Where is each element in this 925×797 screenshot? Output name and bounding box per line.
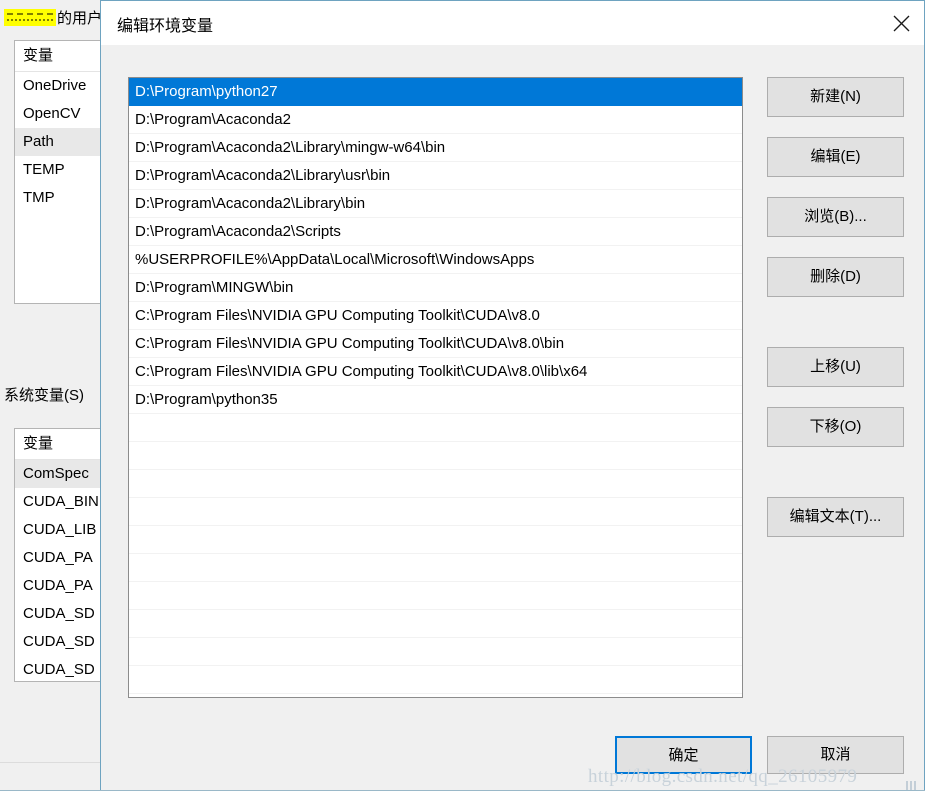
path-entry-empty[interactable] — [129, 442, 742, 470]
path-entries-list[interactable]: D:\Program\python27 D:\Program\Acaconda2 D… — [128, 77, 743, 698]
close-icon[interactable] — [878, 1, 924, 45]
path-entry[interactable]: D:\Program\Acaconda2 — [129, 106, 742, 134]
path-entry-empty[interactable] — [129, 638, 742, 666]
redacted-username — [4, 8, 56, 26]
ok-button[interactable]: 确定 — [615, 736, 752, 774]
browse-button[interactable]: 浏览(B)... — [767, 197, 904, 237]
path-entry-selected[interactable]: D:\Program\python27 — [129, 78, 742, 106]
move-up-button[interactable]: 上移(U) — [767, 347, 904, 387]
user-variables-section-label: 的用户 — [4, 6, 102, 28]
new-button[interactable]: 新建(N) — [767, 77, 904, 117]
path-entry-empty[interactable] — [129, 582, 742, 610]
dialog-title: 编辑环境变量 — [117, 18, 214, 35]
path-entry-empty[interactable] — [129, 610, 742, 638]
dialog-titlebar: 编辑环境变量 — [101, 1, 924, 45]
edit-environment-variable-dialog: 编辑环境变量 D:\Program\python27 D:\Program\Aca… — [100, 0, 925, 792]
edit-text-button[interactable]: 编辑文本(T)... — [767, 497, 904, 537]
path-entry[interactable]: %USERPROFILE%\AppData\Local\Microsoft\Wi… — [129, 246, 742, 274]
path-entry[interactable]: D:\Program\Acaconda2\Library\mingw-w64\b… — [129, 134, 742, 162]
path-entry-empty[interactable] — [129, 554, 742, 582]
path-entry[interactable]: D:\Program\python35 — [129, 386, 742, 414]
edit-button[interactable]: 编辑(E) — [767, 137, 904, 177]
path-entry-empty[interactable] — [129, 498, 742, 526]
path-entry-empty[interactable] — [129, 526, 742, 554]
path-entry[interactable]: D:\Program\Acaconda2\Library\bin — [129, 190, 742, 218]
path-entry[interactable]: C:\Program Files\NVIDIA GPU Computing To… — [129, 302, 742, 330]
path-entry[interactable]: D:\Program\Acaconda2\Library\usr\bin — [129, 162, 742, 190]
path-entry-empty[interactable] — [129, 470, 742, 498]
path-entry-empty[interactable] — [129, 414, 742, 442]
user-variables-label: 的用户 — [57, 9, 103, 27]
cancel-button[interactable]: 取消 — [767, 736, 904, 774]
system-variables-section-label: 系统变量(S) — [4, 387, 84, 404]
path-entry[interactable]: D:\Program\MINGW\bin — [129, 274, 742, 302]
path-entry[interactable]: C:\Program Files\NVIDIA GPU Computing To… — [129, 330, 742, 358]
path-entry[interactable]: C:\Program Files\NVIDIA GPU Computing To… — [129, 358, 742, 386]
move-down-button[interactable]: 下移(O) — [767, 407, 904, 447]
delete-button[interactable]: 删除(D) — [767, 257, 904, 297]
window-divider — [0, 762, 105, 763]
path-entry[interactable]: D:\Program\Acaconda2\Scripts — [129, 218, 742, 246]
path-entry-empty[interactable] — [129, 666, 742, 694]
